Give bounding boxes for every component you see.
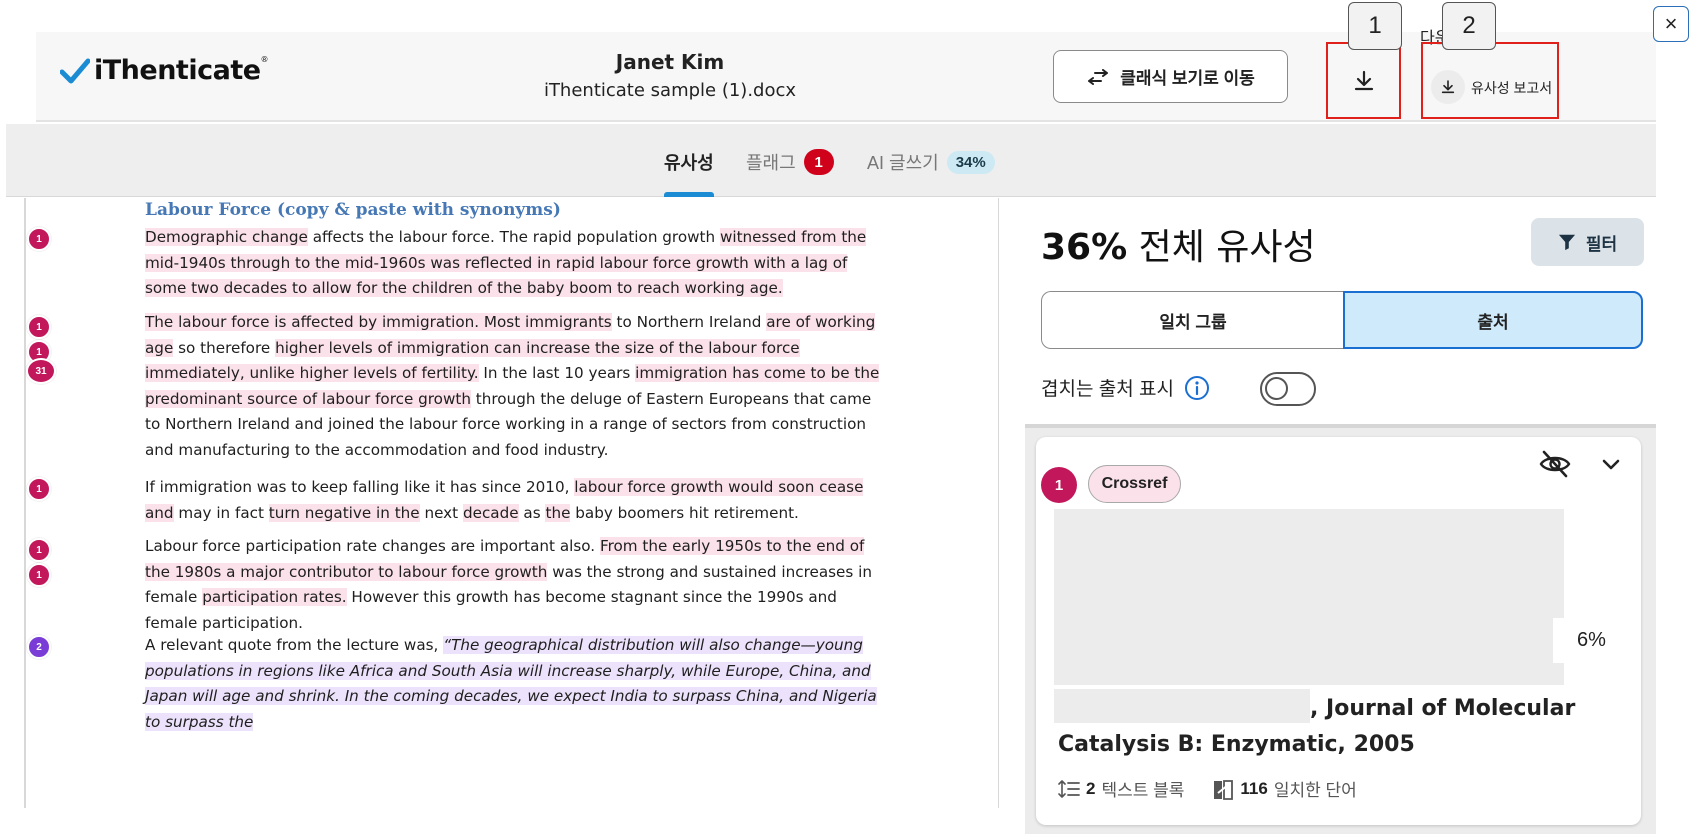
source-rank-badge: 1: [1041, 467, 1077, 503]
similarity-title: 전체 유사성: [1138, 227, 1316, 268]
paragraph-text: as: [518, 503, 546, 522]
paragraph-text: affects the labour force. The rapid popu…: [307, 228, 720, 246]
matched-words-label: 일치한 단어: [1273, 781, 1357, 800]
filter-label: 필터: [1585, 234, 1618, 254]
match-highlight[interactable]: participation rates.: [202, 588, 347, 606]
active-tab-indicator: [664, 192, 714, 197]
hide-source-icon[interactable]: [1538, 449, 1572, 479]
match-highlight[interactable]: turn negative in the: [268, 503, 420, 522]
filter-button[interactable]: 필터: [1531, 218, 1644, 266]
redacted-region: [1054, 509, 1564, 685]
logo-text: iThenticate®: [94, 55, 269, 86]
document-paragraph-4: Labour force participation rate changes …: [145, 534, 885, 636]
paragraph-text: If immigration was to keep falling like …: [145, 478, 575, 496]
redacted-region: [1054, 689, 1310, 723]
tab-similarity-label: 유사성: [664, 153, 714, 173]
overall-similarity: 36% 전체 유사성: [1041, 218, 1316, 270]
document-heading: Labour Force (copy & paste with synonyms…: [145, 200, 561, 220]
callout-label-2: 2: [1442, 2, 1496, 50]
check-logo-icon: [60, 58, 90, 83]
info-icon[interactable]: [1184, 375, 1210, 401]
paragraph-text: Labour force participation rate changes …: [145, 537, 600, 555]
match-highlight[interactable]: The labour force is affected by immigrat…: [145, 313, 612, 331]
paragraph-text: may in fact: [173, 503, 269, 522]
tab-flags-label: 플래그: [746, 153, 796, 173]
matched-words-icon: [1214, 779, 1234, 800]
ithenticate-logo[interactable]: iThenticate®: [60, 55, 269, 86]
download-button[interactable]: [1326, 42, 1401, 119]
flags-count-badge: 1: [803, 149, 834, 175]
match-highlight[interactable]: decade: [462, 503, 519, 522]
document-paragraph-1: Demographic change affects the labour fo…: [145, 225, 885, 302]
match-marker[interactable]: 1: [27, 477, 51, 501]
text-blocks-icon: [1058, 779, 1080, 798]
match-marker[interactable]: 1: [27, 227, 51, 251]
paragraph-text: A relevant quote from the lecture was,: [145, 636, 444, 654]
paragraph-text: to Northern Ireland: [611, 313, 767, 331]
match-marker-stack[interactable]: 31: [26, 358, 56, 384]
paragraph-text: next: [419, 503, 463, 522]
download-icon: [1441, 80, 1455, 94]
paragraph-text: In the last 10 years: [478, 364, 636, 382]
match-marker[interactable]: 1: [27, 563, 51, 587]
overlap-sources-label: 겹치는 출처 표시: [1041, 379, 1174, 400]
user-name: Janet Kim: [615, 50, 725, 74]
match-marker[interactable]: 1: [27, 538, 51, 562]
text-blocks-label: 텍스트 블록: [1101, 781, 1185, 800]
swap-arrows-icon: [1088, 68, 1109, 85]
tab-ai-writing-label: AI 글쓰기: [867, 153, 939, 173]
source-title-line-1: , Journal of Molecular: [1310, 696, 1576, 721]
file-name: iThenticate sample (1).docx: [543, 80, 797, 101]
source-meta: 2 텍스트 블록 116 일치한 단어: [1058, 776, 1357, 801]
app-header: [36, 32, 1656, 122]
segment-sources[interactable]: 출처: [1343, 291, 1643, 349]
match-highlight[interactable]: the: [545, 503, 571, 522]
tab-ai-writing[interactable]: AI 글쓰기 34%: [867, 149, 995, 175]
match-highlight[interactable]: Demographic change: [145, 228, 308, 246]
document-paragraph-2: The labour force is affected by immigrat…: [145, 310, 885, 463]
paragraph-text: so therefore: [173, 338, 276, 357]
paragraph-text: baby boomers hit retirement.: [570, 503, 799, 522]
tab-similarity[interactable]: 유사성: [664, 149, 714, 175]
document-info: Janet Kim iThenticate sample (1).docx: [500, 50, 840, 101]
similarity-report-label: 유사성 보고서: [1471, 80, 1553, 96]
overlap-sources-toggle[interactable]: [1260, 372, 1316, 406]
matched-words-count: 116: [1240, 778, 1268, 798]
callout-label-1: 1: [1348, 2, 1402, 50]
chevron-down-icon[interactable]: [1600, 453, 1622, 475]
document-paragraph-3: If immigration was to keep falling like …: [145, 475, 885, 526]
source-title-line-2: Catalysis B: Enzymatic, 2005: [1058, 732, 1415, 757]
source-type-tag: Crossref: [1088, 465, 1181, 503]
similarity-report-download[interactable]: 유사성 보고서: [1421, 42, 1559, 119]
text-blocks-count: 2: [1086, 778, 1096, 798]
close-button[interactable]: ×: [1653, 6, 1689, 42]
tab-flags[interactable]: 플래그 1: [746, 149, 834, 175]
filter-icon: [1558, 234, 1575, 251]
match-marker[interactable]: 1: [27, 315, 51, 339]
match-marker-rail: [24, 198, 26, 808]
segment-match-groups[interactable]: 일치 그룹: [1041, 291, 1344, 349]
ai-percent-badge: 34%: [946, 150, 995, 174]
report-download-button[interactable]: [1431, 70, 1465, 104]
document-paragraph-5: A relevant quote from the lecture was, “…: [145, 633, 885, 735]
download-icon: [1354, 70, 1373, 90]
overlap-sources-row: 겹치는 출처 표시: [1041, 374, 1210, 401]
match-marker[interactable]: 2: [27, 635, 51, 659]
source-match-percent: 6%: [1553, 618, 1633, 663]
classic-view-button[interactable]: 클래식 보기로 이동: [1053, 50, 1288, 103]
toggle-knob: [1265, 377, 1288, 400]
similarity-percent: 36%: [1041, 227, 1128, 268]
classic-view-label: 클래식 보기로 이동: [1120, 69, 1255, 88]
